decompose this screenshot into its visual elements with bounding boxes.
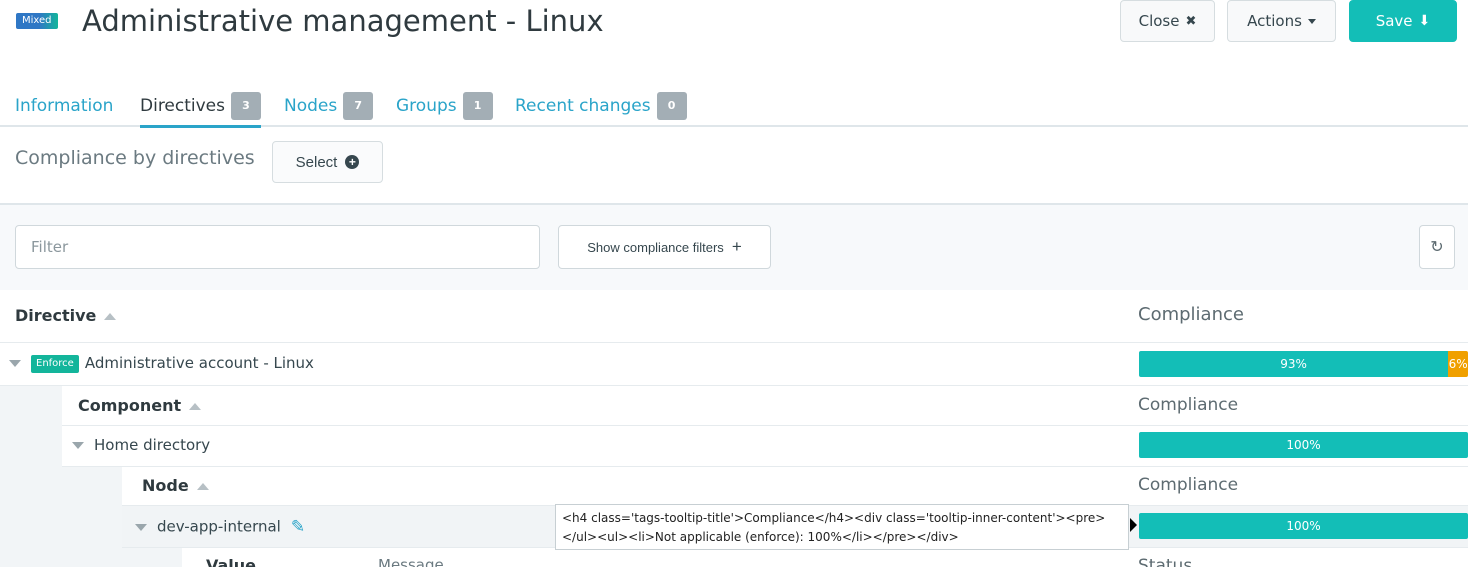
compliance-column-header: Compliance <box>1138 304 1244 325</box>
section-title: Compliance by directives <box>15 147 255 169</box>
value-column-header[interactable]: Value <box>206 556 256 567</box>
nest-indent <box>122 548 182 567</box>
tab-bar: Information Directives 3 Nodes 7 Groups … <box>0 83 1468 128</box>
save-button[interactable]: Save ⬇ <box>1349 0 1457 42</box>
component-name: Home directory <box>94 436 211 454</box>
tab-groups[interactable]: Groups 1 <box>396 87 493 125</box>
pencil-icon[interactable]: ✎ <box>291 517 305 537</box>
close-icon: ✖ <box>1185 13 1197 29</box>
compliance-bar[interactable]: 100% <box>1139 513 1468 539</box>
refresh-button[interactable]: ↻ <box>1419 225 1455 269</box>
tooltip-arrow <box>1130 518 1137 532</box>
sort-up-icon <box>196 483 209 490</box>
component-header-row: Component Compliance <box>62 386 1468 426</box>
tab-nodes[interactable]: Nodes 7 <box>284 87 374 125</box>
component-row[interactable]: Home directory 100% <box>62 426 1468 467</box>
filter-input[interactable] <box>15 225 540 269</box>
page-title: Administrative management - Linux <box>82 4 604 38</box>
close-label: Close <box>1138 12 1180 30</box>
download-icon: ⬇ <box>1418 13 1431 29</box>
node-header-label: Node <box>142 476 189 495</box>
node-compliance-header: Compliance <box>1138 475 1239 495</box>
node-column-header[interactable]: Node <box>142 476 209 495</box>
sort-up-icon <box>104 313 117 320</box>
sort-up-icon <box>189 403 202 410</box>
nest-indent <box>0 386 62 567</box>
tab-count-badge: 0 <box>656 92 687 120</box>
plus-circle-icon: + <box>345 155 360 169</box>
tab-label: Information <box>15 96 114 116</box>
show-compliance-filters-button[interactable]: Show compliance filters + <box>558 225 771 269</box>
node-header-row: Node Compliance <box>122 467 1468 506</box>
tab-information[interactable]: Information <box>15 87 113 125</box>
tab-label: Nodes <box>284 96 338 116</box>
message-column-header[interactable]: Message <box>378 556 444 567</box>
component-compliance-header: Compliance <box>1138 395 1239 415</box>
expand-toggle-icon[interactable] <box>135 523 147 531</box>
tab-recent-changes[interactable]: Recent changes 0 <box>515 87 687 125</box>
compliance-warning-segment: 6% <box>1448 351 1468 377</box>
close-button[interactable]: Close ✖ <box>1120 0 1215 42</box>
compliance-success-segment: 100% <box>1139 432 1468 458</box>
page-header: Mixed Administrative management - Linux … <box>0 0 1468 75</box>
component-header-label: Component <box>78 396 182 415</box>
compliance-bar[interactable]: 100% <box>1139 432 1468 458</box>
component-cell: Home directory <box>72 436 210 454</box>
plus-icon: + <box>731 237 742 256</box>
nest-indent <box>62 467 122 567</box>
tab-count-badge: 7 <box>343 92 374 120</box>
directive-name: Administrative account - Linux <box>84 354 314 372</box>
actions-label: Actions <box>1247 12 1302 30</box>
compliance-bar[interactable]: 93% 6% <box>1139 351 1468 377</box>
node-cell: dev-app-internal ✎ <box>135 517 305 537</box>
actions-button[interactable]: Actions <box>1227 0 1336 42</box>
tab-directives[interactable]: Directives 3 <box>140 87 261 128</box>
expand-toggle-icon[interactable] <box>9 360 21 367</box>
value-header-row: Value Message Status <box>182 548 1468 567</box>
component-column-header[interactable]: Component <box>78 396 202 415</box>
expand-toggle-icon[interactable] <box>72 442 84 449</box>
tab-count-badge: 1 <box>462 92 493 120</box>
refresh-icon: ↻ <box>1430 239 1444 256</box>
compliance-tooltip: <h4 class='tags-tooltip-title'>Complianc… <box>555 504 1129 550</box>
tab-label: Directives <box>140 96 225 116</box>
mode-badge: Mixed <box>16 13 58 29</box>
directive-header-row: Directive Compliance <box>0 290 1468 343</box>
status-column-header: Status <box>1138 556 1193 567</box>
select-label: Select <box>295 153 338 171</box>
tab-count-badge: 3 <box>231 92 261 120</box>
show-filters-label: Show compliance filters <box>587 239 724 255</box>
save-label: Save <box>1375 12 1413 30</box>
directive-column-header[interactable]: Directive <box>15 306 117 325</box>
node-name[interactable]: dev-app-internal <box>157 518 281 536</box>
compliance-success-segment: 93% <box>1139 351 1449 377</box>
directive-row[interactable]: Enforce Administrative account - Linux 93… <box>0 343 1468 386</box>
filter-area: Show compliance filters + ↻ <box>0 203 1468 290</box>
select-button[interactable]: Select + <box>272 141 383 183</box>
tab-label: Groups <box>396 96 457 116</box>
enforce-badge: Enforce <box>31 354 79 373</box>
tab-label: Recent changes <box>515 96 651 116</box>
directive-cell: Enforce Administrative account - Linux <box>9 354 314 373</box>
caret-down-icon <box>1307 18 1316 24</box>
compliance-success-segment: 100% <box>1139 513 1468 539</box>
directive-header-label: Directive <box>15 306 97 325</box>
